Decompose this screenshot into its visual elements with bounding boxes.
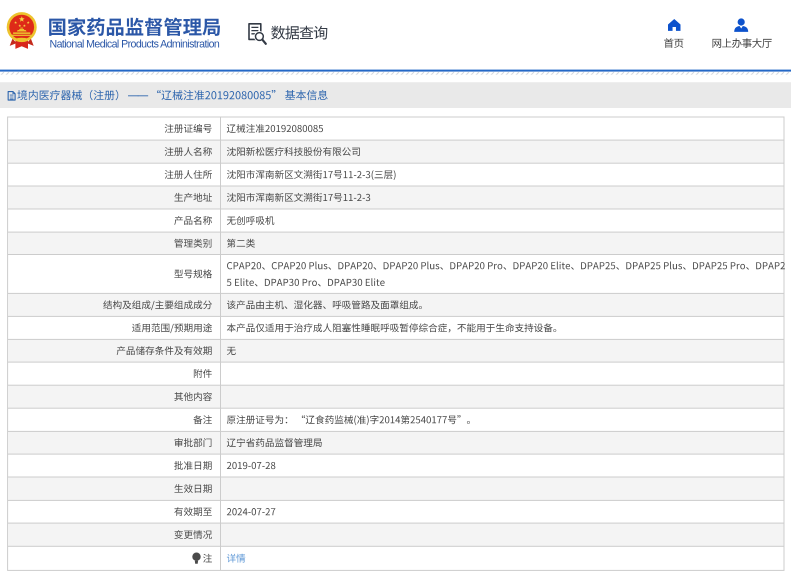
- svg-text:National Medical Products Admi: National Medical Products Administration: [50, 39, 220, 51]
